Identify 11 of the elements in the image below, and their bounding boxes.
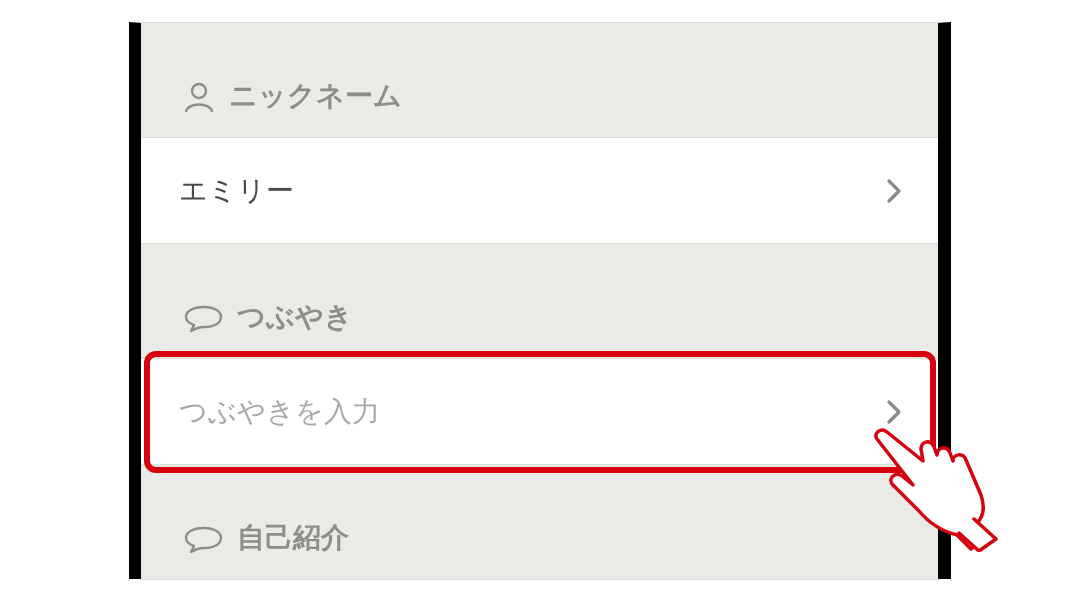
person-icon (182, 81, 215, 113)
speech-bubble-icon (182, 525, 223, 555)
row-value: エミリー (178, 172, 294, 209)
section-title: つぶやき (236, 299, 353, 335)
list-row[interactable]: エミリー (140, 138, 938, 244)
chevron-icon (885, 398, 902, 425)
speech-bubble-icon (182, 304, 223, 334)
section-title: 自己紹介 (236, 520, 349, 556)
row-placeholder: つぶやきを入力 (178, 393, 380, 430)
chevron-icon (885, 177, 902, 204)
section-title: ニックネーム (228, 78, 402, 114)
